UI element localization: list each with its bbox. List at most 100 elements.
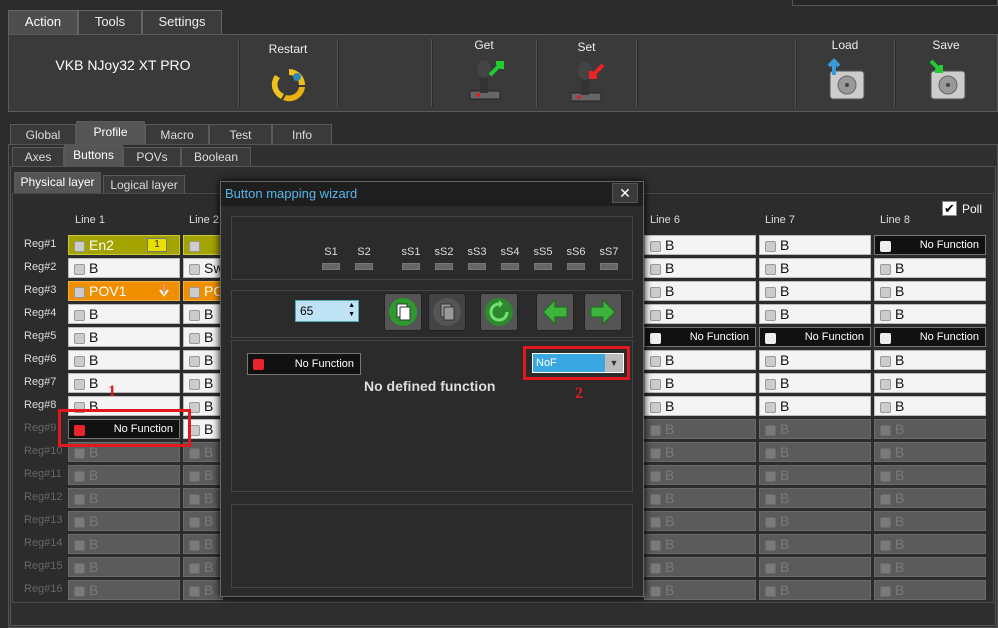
button-cell[interactable]: B [759,442,871,462]
button-cell[interactable]: B [183,580,223,600]
button-cell[interactable]: B [68,258,180,278]
tab-macro[interactable]: Macro [145,124,209,144]
tab-buttons[interactable]: Buttons [64,145,123,166]
button-cell[interactable]: B [874,304,986,324]
button-cell[interactable]: B [644,511,756,531]
previous-button[interactable] [536,293,574,331]
button-cell[interactable]: B [874,373,986,393]
tab-global[interactable]: Global [10,124,76,144]
tab-settings[interactable]: Settings [142,10,222,34]
button-cell[interactable]: No Function [759,327,871,347]
get-button[interactable]: Get [432,35,536,111]
button-cell[interactable]: B [68,327,180,347]
button-cell[interactable]: B [759,396,871,416]
button-cell[interactable]: B [183,373,223,393]
set-button[interactable]: Set [537,35,636,111]
button-cell[interactable]: B [644,258,756,278]
button-number-spinner[interactable]: 65 ▲ ▼ [295,300,359,322]
button-cell[interactable]: B [644,580,756,600]
function-dropdown[interactable]: NoF ▼ [532,353,624,373]
button-cell[interactable]: B [874,580,986,600]
button-cell[interactable]: B [644,419,756,439]
save-button[interactable]: Save [895,35,997,111]
button-cell[interactable]: B [759,511,871,531]
copy-button[interactable] [384,293,422,331]
button-cell[interactable]: B [183,511,223,531]
button-cell[interactable]: B [874,465,986,485]
restart-button[interactable]: Restart [239,35,337,111]
button-cell[interactable]: B [68,557,180,577]
button-cell[interactable]: No Function [874,327,986,347]
chevron-down-icon[interactable]: ▼ [605,354,623,372]
paste-button[interactable] [428,293,466,331]
tab-tools[interactable]: Tools [78,10,142,34]
button-cell[interactable]: B [644,304,756,324]
button-cell[interactable]: B [759,488,871,508]
button-cell[interactable]: B [183,350,223,370]
tab-info[interactable]: Info [272,124,332,144]
button-cell[interactable]: B [644,373,756,393]
button-cell[interactable]: B [759,258,871,278]
button-cell[interactable]: B [874,557,986,577]
button-cell[interactable]: B [874,534,986,554]
button-cell[interactable]: B [874,350,986,370]
button-cell[interactable]: B [759,580,871,600]
button-cell[interactable]: B [68,534,180,554]
button-cell[interactable]: B [68,511,180,531]
button-cell[interactable]: PO [183,281,224,301]
button-cell[interactable]: B [183,557,223,577]
button-cell[interactable]: B [183,465,223,485]
button-cell[interactable]: B [874,442,986,462]
button-cell[interactable]: B [68,350,180,370]
button-cell[interactable]: B [644,350,756,370]
button-cell[interactable]: B [644,557,756,577]
button-cell[interactable]: B [759,235,871,255]
button-cell[interactable]: B [759,281,871,301]
button-cell[interactable]: B [874,511,986,531]
button-cell[interactable]: B [644,534,756,554]
spinner-arrows-icon[interactable]: ▲ ▼ [348,301,355,319]
tab-profile[interactable]: Profile [76,121,145,144]
button-cell[interactable]: B [644,235,756,255]
button-cell[interactable]: B [759,465,871,485]
button-cell[interactable]: No Function [874,235,986,255]
button-cell[interactable]: Sw [183,258,223,278]
tab-logical-layer[interactable]: Logical layer [103,175,185,194]
load-button[interactable]: Load [796,35,894,111]
tab-boolean[interactable]: Boolean [181,147,251,166]
button-cell[interactable]: B [68,373,180,393]
button-cell[interactable]: B [874,396,986,416]
tab-physical-layer[interactable]: Physical layer [14,172,101,193]
button-cell[interactable]: B [759,373,871,393]
reset-button[interactable] [480,293,518,331]
button-cell[interactable]: B [759,419,871,439]
close-button[interactable]: ✕ [612,183,638,203]
button-cell[interactable]: B [183,304,223,324]
poll-checkbox[interactable]: ✔ [942,201,957,216]
button-cell[interactable]: No Function [644,327,756,347]
button-cell[interactable]: B [183,534,223,554]
button-cell[interactable]: B [759,557,871,577]
button-cell[interactable]: B [874,281,986,301]
button-cell[interactable] [183,235,223,255]
tab-test[interactable]: Test [209,124,272,144]
button-cell[interactable]: B [874,419,986,439]
button-cell[interactable]: B [644,281,756,301]
button-cell[interactable]: B [759,350,871,370]
button-cell[interactable]: B [183,327,223,347]
next-button[interactable] [584,293,622,331]
button-cell[interactable]: B [68,488,180,508]
button-cell[interactable]: B [183,488,223,508]
button-cell[interactable]: B [644,488,756,508]
button-cell[interactable]: B [759,534,871,554]
button-cell[interactable]: B [874,488,986,508]
button-cell[interactable]: B [644,442,756,462]
button-cell[interactable]: B [759,304,871,324]
tab-action[interactable]: Action [8,10,78,34]
tab-povs[interactable]: POVs [123,147,181,166]
button-cell[interactable]: B [644,396,756,416]
function-type-indicator[interactable]: No Function [247,353,361,375]
button-cell[interactable]: B [644,465,756,485]
button-cell[interactable]: B [68,580,180,600]
button-cell[interactable]: B [68,304,180,324]
